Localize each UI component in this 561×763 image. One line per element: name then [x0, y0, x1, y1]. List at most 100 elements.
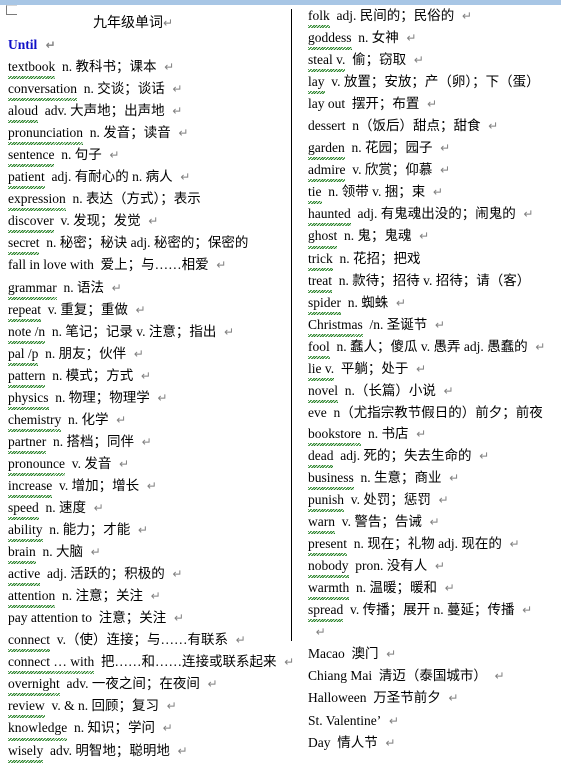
word-definition-gap — [94, 254, 101, 275]
vocab-word: ghost — [308, 225, 338, 249]
word-definition-gap — [334, 358, 341, 379]
paragraph-mark: ↵ — [130, 523, 148, 538]
paragraph-mark: ↵ — [143, 589, 161, 604]
column-divider — [291, 9, 292, 641]
vocab-word: review — [8, 695, 45, 719]
vocab-word: haunted — [308, 203, 351, 227]
vocab-entry: garden n. 花园；园子 ↵ — [296, 137, 561, 161]
word-definition-gap — [39, 497, 46, 518]
vocab-entry: St. Valentine’ ↵ — [296, 710, 561, 732]
vocab-word: garden — [308, 137, 345, 161]
vocab-definition: n. 花园；园子 — [351, 140, 433, 156]
vocab-word: pronunciation — [8, 122, 83, 146]
paragraph-mark: ↵ — [103, 280, 122, 295]
vocab-entry: textbook n. 教科书；课本 ↵ — [0, 56, 288, 80]
vocab-definition: 万圣节前夕 — [373, 690, 441, 706]
word-definition-gap — [344, 489, 351, 510]
vocab-entry: discover v. 发现；发觉 ↵ — [0, 210, 288, 234]
paragraph-mark: ↵ — [515, 207, 534, 222]
paragraph-mark: ↵ — [432, 141, 451, 156]
vocab-definition: v. 重复；重做 — [47, 301, 128, 317]
vocab-definition: n（尤指宗教节假日的）前夕；前夜 — [333, 404, 543, 420]
vocab-entry: dead adj. 死的；失去生命的 ↵ — [296, 445, 561, 469]
vocab-entry: conversation n. 交谈；谈话 ↵ — [0, 78, 288, 102]
vocab-definition: v. 警告；告诫 — [341, 514, 422, 530]
paragraph-mark: ↵ — [501, 537, 520, 552]
vocab-word: grammar — [8, 277, 57, 300]
right-entry-list: folk adj. 民间的；民俗的 ↵ goddess n. 女神 ↵ steal … — [296, 5, 561, 754]
vocab-word: Halloween — [308, 690, 367, 706]
vocab-definition: /n. 圣诞节 — [369, 316, 428, 332]
paragraph-mark: ↵ — [111, 456, 130, 471]
vocab-word: note /n — [8, 321, 46, 344]
word-definition-gap — [335, 511, 342, 532]
word-definition-gap — [354, 467, 361, 488]
paragraph-mark: ↵ — [427, 317, 445, 332]
vocab-definition: n. 蠢人；傻瓜 v. 愚弄 adj. 愚蠢的 — [336, 338, 528, 354]
vocab-word: admire — [308, 159, 346, 183]
word-definition-gap — [345, 93, 352, 114]
vocab-word: textbook — [8, 56, 56, 80]
vocab-definition: n. 搭档；同伴 — [52, 433, 134, 449]
word-definition-gap — [60, 673, 67, 694]
vocab-word: Macao — [308, 646, 345, 662]
paragraph-mark: ↵ — [83, 545, 101, 560]
vocab-entry: active adj. 活跃的；积极的 ↵ — [0, 563, 288, 587]
vocab-entry: bookstore n. 书店 ↵ — [296, 423, 561, 446]
vocab-definition: n. 款待；招待 v. 招待；请（客） — [338, 272, 531, 288]
word-definition-gap — [67, 717, 74, 738]
vocab-definition: v. 发音 — [71, 455, 112, 471]
vocab-definition: adj. 有鬼魂出没的；闹鬼的 — [357, 206, 516, 222]
paragraph-mark: ↵ — [101, 148, 120, 163]
paragraph-mark: ↵ — [164, 82, 183, 97]
right-text-column: folk adj. 民间的；民俗的 ↵ goddess n. 女神 ↵ steal … — [296, 5, 561, 754]
vocab-word: business — [308, 467, 354, 491]
paragraph-mark: ↵ — [421, 515, 440, 530]
vocab-word: warmth — [308, 577, 350, 601]
vocab-definition: n. 秘密；秘诀 adj. 秘密的；保密的 — [46, 235, 249, 251]
vocab-definition: n. 领带 v. 捆；束 — [328, 184, 426, 200]
vocab-entry: knowledge n. 知识；学问 ↵ — [0, 717, 288, 741]
vocab-definition: n. 模式；方式 — [52, 367, 134, 383]
word-definition-gap — [363, 314, 370, 335]
vocab-definition: v. & n. 回顾；复习 — [51, 698, 159, 714]
word-definition-gap — [46, 431, 53, 452]
paragraph-mark: ↵ — [164, 104, 183, 119]
paragraph-mark: ↵ — [408, 361, 427, 376]
paragraph-mark: ↵ — [514, 603, 533, 618]
word-definition-gap — [36, 541, 43, 562]
vocab-word: knowledge — [8, 717, 68, 741]
word-definition-gap — [366, 687, 373, 708]
vocab-word: Until — [8, 37, 38, 52]
vocab-definition: n. 朋友；伙伴 — [45, 345, 127, 361]
vocab-entry: folk adj. 民间的；民俗的 ↵ — [296, 5, 561, 29]
vocab-definition: n. 女神 — [358, 30, 399, 46]
vocab-definition: adv. 大声地；出声地 — [44, 103, 165, 119]
vocab-word: patient — [8, 166, 45, 190]
vocab-entry: pal /p n. 朋友；伙伴 ↵ — [0, 343, 288, 366]
word-definition-gap — [61, 409, 68, 430]
vocab-definition: 爱上；与……相爱 — [100, 257, 209, 273]
vocab-definition: n.（长篇）小说 — [344, 382, 436, 398]
vocab-word: novel — [308, 380, 338, 403]
vocab-word: lay — [308, 71, 325, 95]
word-definition-gap — [337, 225, 344, 246]
vocab-entry: pattern n. 模式；方式 ↵ — [0, 365, 288, 388]
vocab-entry: business n. 生意；商业 ↵ — [296, 467, 561, 491]
vocab-word: lie v. — [308, 358, 335, 381]
paragraph-mark: ↵ — [133, 434, 152, 449]
paragraph-mark: ↵ — [127, 302, 146, 317]
vocab-entry: aloud adv. 大声地；出声地 ↵ — [0, 100, 288, 124]
vocab-entry: pronunciation n. 发音；读音 ↵ — [0, 122, 288, 146]
vocab-entry: ghost n. 鬼；鬼魂 ↵ — [296, 225, 561, 249]
word-definition-gap — [330, 336, 337, 357]
word-definition-gap — [40, 563, 47, 584]
vocab-word: brain — [8, 541, 36, 565]
vocab-word: trick — [308, 248, 333, 271]
vocab-word: spread — [308, 599, 344, 623]
vocab-entry: physics n. 物理；物理学 ↵ — [0, 387, 288, 410]
paragraph-mark: ↵ — [133, 368, 151, 383]
vocab-word: conversation — [8, 78, 77, 102]
word-definition-gap — [351, 203, 358, 224]
vocab-definition: adj. 民间的；民俗的 — [336, 8, 455, 23]
